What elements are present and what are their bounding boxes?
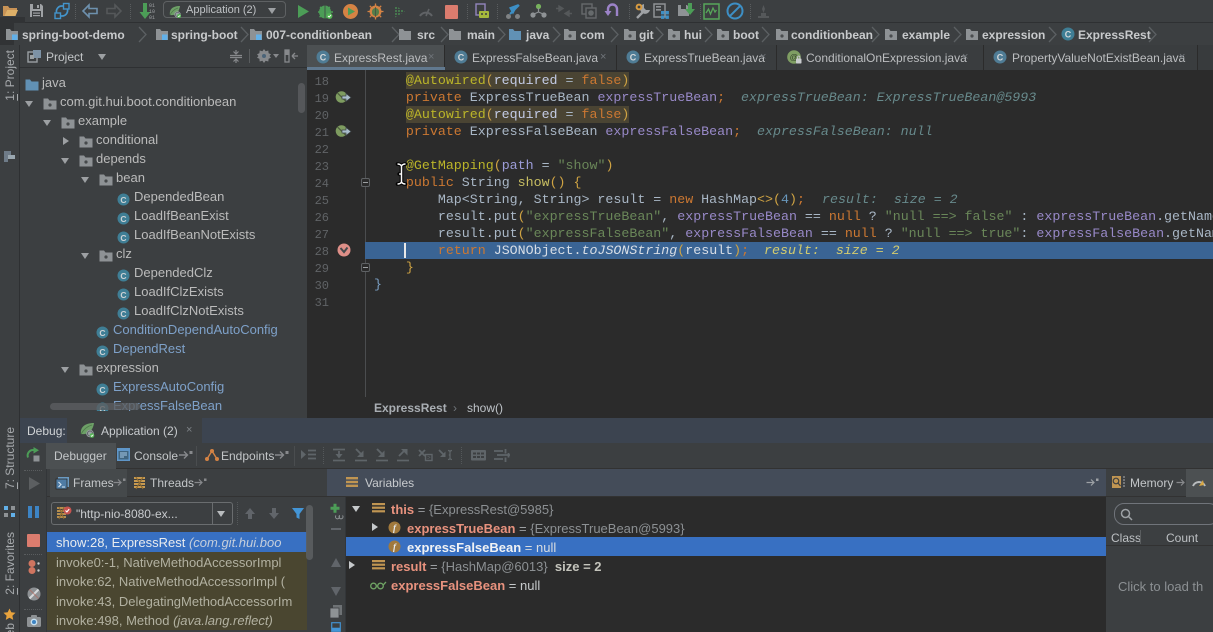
svg-text:>: > [427, 455, 431, 462]
svg-text:C: C [320, 53, 327, 63]
svg-text:C: C [120, 309, 126, 319]
svg-text:C: C [120, 214, 126, 224]
svg-text:C: C [120, 233, 126, 243]
svg-text:C: C [120, 271, 126, 281]
svg-text:C: C [458, 53, 465, 63]
svg-text:C: C [120, 290, 126, 300]
svg-text:C: C [120, 195, 126, 205]
svg-text:C: C [99, 347, 105, 357]
svg-text:C: C [997, 53, 1004, 63]
svg-text:C: C [1065, 30, 1072, 40]
svg-text:C: C [630, 53, 637, 63]
svg-text:C: C [99, 328, 105, 338]
svg-text:01: 01 [149, 15, 155, 21]
svg-text:C: C [99, 385, 105, 395]
